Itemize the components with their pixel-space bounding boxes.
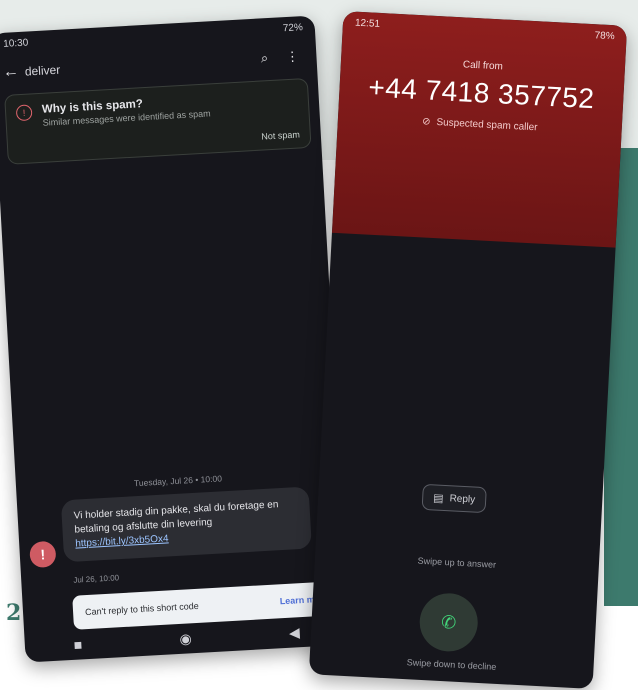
reply-unavailable-text: Can't reply to this short code <box>84 600 199 618</box>
phone-icon: ✆ <box>440 611 457 633</box>
status-battery: 72% <box>282 21 304 34</box>
reply-button[interactable]: ▤ Reply <box>421 483 487 514</box>
reply-button-label: Reply <box>449 492 476 506</box>
more-options-icon[interactable]: ⋮ <box>278 48 307 66</box>
status-time: 12:51 <box>354 17 381 30</box>
back-nav-icon[interactable]: ◀ <box>289 624 301 642</box>
caller-number: +44 7418 357752 <box>367 71 596 115</box>
message-link[interactable]: https://bit.ly/3xb5Ox4 <box>75 533 169 549</box>
message-text: Vi holder stadig din pakke, skal du fore… <box>73 499 279 536</box>
not-spam-button[interactable]: Not spam <box>18 129 300 155</box>
status-battery: 78% <box>594 29 615 42</box>
alert-icon: ! <box>15 104 33 122</box>
spam-caller-text: Suspected spam caller <box>436 117 538 134</box>
message-timestamp: Jul 26, 10:00 <box>73 573 120 585</box>
sender-avatar[interactable]: ! <box>29 540 57 569</box>
warning-icon: ⊘ <box>421 116 431 128</box>
home-nav-icon[interactable]: ◉ <box>179 630 192 648</box>
message-icon: ▤ <box>432 491 444 505</box>
spam-caller-label: ⊘ Suspected spam caller <box>338 112 622 138</box>
swipe-down-hint: Swipe down to decline <box>406 657 497 672</box>
phone-incoming-call: 12:51 78% Call from +44 7418 357752 ⊘ Sus… <box>308 11 628 689</box>
message-bubble[interactable]: Vi holder stadig din pakke, skal du fore… <box>60 486 312 563</box>
spam-explanation-card: ! Why is this spam? Similar messages wer… <box>4 77 312 165</box>
phone-messages: 10:30 72% ← deliver ⌕ ⋮ ! Why is this sp… <box>0 15 350 663</box>
search-icon[interactable]: ⌕ <box>250 50 279 68</box>
status-time: 10:30 <box>2 36 29 50</box>
swipe-up-hint: Swipe up to answer <box>417 555 497 570</box>
answer-call-button[interactable]: ✆ <box>418 591 480 653</box>
conversation-title: deliver <box>24 62 61 79</box>
back-arrow-icon[interactable]: ← <box>2 63 25 82</box>
call-header: 12:51 78% Call from +44 7418 357752 ⊘ Sus… <box>331 11 628 248</box>
recents-nav-icon[interactable]: ■ <box>73 636 82 652</box>
